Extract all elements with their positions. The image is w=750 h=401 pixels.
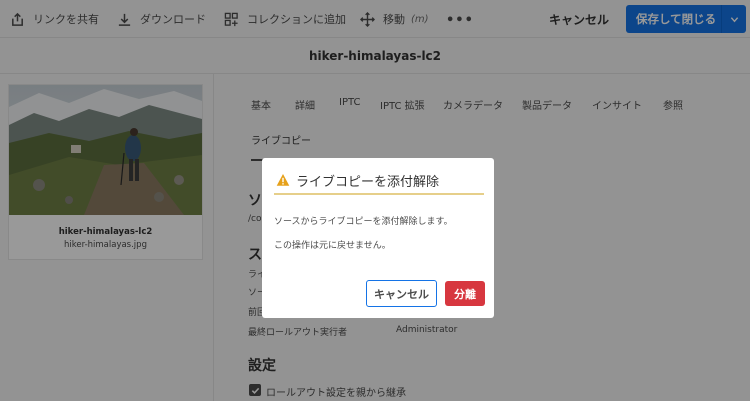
- dialog-cancel-button[interactable]: キャンセル: [366, 280, 437, 307]
- detach-button[interactable]: 分離: [445, 281, 485, 306]
- dialog-warning-text: この操作は元に戻せません。: [274, 241, 391, 251]
- dialog-header: ライブコピーを添付解除: [274, 167, 484, 195]
- warning-icon: [276, 174, 290, 186]
- dialog-message: ソースからライブコピーを添付解除します。: [274, 217, 453, 227]
- dialog-title: ライブコピーを添付解除: [296, 174, 440, 190]
- detach-live-copy-dialog: ライブコピーを添付解除 ソースからライブコピーを添付解除します。 この操作は元に…: [262, 158, 494, 318]
